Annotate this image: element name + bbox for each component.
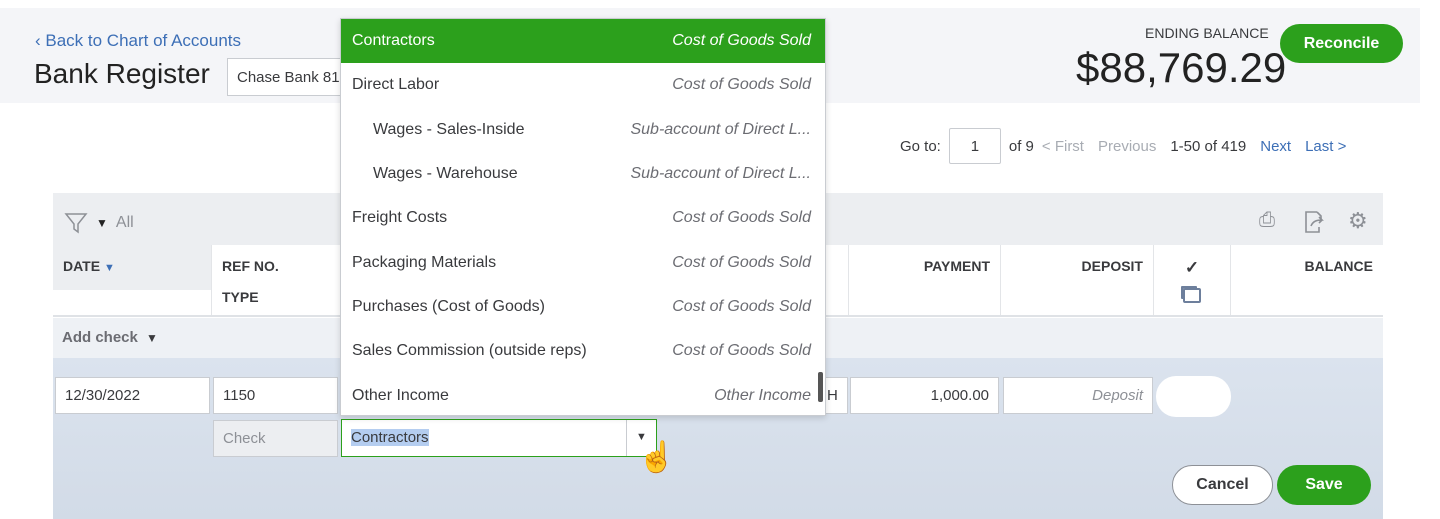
- option-type: Other Income: [714, 386, 811, 404]
- option-name: Sales Commission (outside reps): [352, 342, 587, 360]
- option-name: Purchases (Cost of Goods): [352, 297, 545, 315]
- caret-down-icon: ▼: [146, 331, 158, 345]
- dropdown-option[interactable]: Freight Costs Cost of Goods Sold: [341, 196, 825, 240]
- account-dropdown-list: Contractors Cost of Goods Sold Direct Labo…: [340, 18, 826, 416]
- pagination: Go to: 1 of 9 < First Previous 1-50 of 4…: [900, 128, 1346, 164]
- ref-header: REF NO.: [222, 258, 279, 274]
- page-title: Bank Register: [34, 58, 210, 89]
- dropdown-option[interactable]: Other Income Other Income: [341, 373, 825, 417]
- dropdown-option[interactable]: Direct Labor Cost of Goods Sold: [341, 63, 825, 107]
- deposit-input[interactable]: Deposit: [1003, 377, 1153, 414]
- goto-page-input[interactable]: 1: [948, 128, 1001, 164]
- account-combobox-value: Contractors: [351, 429, 429, 446]
- column-balance: BALANCE: [1230, 245, 1383, 315]
- back-link-label: Back to Chart of Accounts: [45, 31, 241, 50]
- date-input[interactable]: 12/30/2022: [55, 377, 210, 414]
- print-icon[interactable]: ⎙: [1259, 209, 1275, 232]
- option-type: Sub-account of Direct L...: [630, 120, 811, 138]
- option-type: Sub-account of Direct L...: [630, 165, 811, 183]
- account-select[interactable]: Chase Bank 81: [227, 58, 357, 96]
- goto-label: Go to:: [900, 137, 941, 155]
- filter-icon: [64, 213, 88, 234]
- option-name: Contractors: [352, 32, 435, 50]
- ending-balance-amount: $88,769.29: [1076, 44, 1287, 91]
- hand-cursor-icon: ☝: [638, 441, 676, 474]
- ending-balance-label: ENDING BALANCE: [1145, 25, 1269, 41]
- option-name: Packaging Materials: [352, 253, 497, 271]
- copy-icon: [1183, 288, 1201, 303]
- option-type: Cost of Goods Sold: [672, 297, 811, 315]
- option-name: Wages - Sales-Inside: [373, 120, 525, 138]
- dropdown-option[interactable]: Wages - Warehouse Sub-account of Direct L…: [341, 152, 825, 196]
- option-type: Cost of Goods Sold: [672, 32, 811, 50]
- add-check-label: Add check: [62, 329, 138, 346]
- previous-page-link[interactable]: Previous: [1098, 138, 1156, 155]
- option-name: Other Income: [352, 386, 449, 404]
- check-icon: ✓: [1184, 258, 1200, 277]
- dropdown-option[interactable]: Purchases (Cost of Goods) Cost of Goods S…: [341, 285, 825, 329]
- option-name: Freight Costs: [352, 209, 448, 227]
- chevron-left-icon: ‹: [35, 31, 46, 50]
- dropdown-option[interactable]: Sales Commission (outside reps) Cost of G…: [341, 329, 825, 373]
- option-type: Cost of Goods Sold: [672, 342, 811, 360]
- dropdown-scrollbar[interactable]: [818, 372, 823, 402]
- column-ref-type: REF NO. TYPE: [211, 245, 341, 315]
- page-count: of 9: [1008, 137, 1034, 155]
- last-page-link[interactable]: Last >: [1305, 138, 1346, 155]
- caret-down-icon: ▼: [96, 216, 108, 230]
- export-icon[interactable]: [1303, 210, 1325, 239]
- dropdown-option[interactable]: Contractors Cost of Goods Sold: [341, 19, 825, 64]
- column-cleared: ✓: [1153, 245, 1230, 315]
- option-type: Cost of Goods Sold: [672, 253, 811, 271]
- next-page-link[interactable]: Next: [1260, 138, 1291, 155]
- filter-value: All: [115, 214, 134, 231]
- date-header: DATE: [63, 258, 101, 274]
- settings-gear-icon[interactable]: ⚙: [1348, 208, 1368, 234]
- cancel-button[interactable]: Cancel: [1172, 465, 1273, 505]
- dropdown-option[interactable]: Packaging Materials Cost of Goods Sold: [341, 240, 825, 284]
- save-button[interactable]: Save: [1277, 465, 1371, 505]
- option-type: Cost of Goods Sold: [672, 76, 811, 94]
- ref-no-input[interactable]: 1150: [213, 377, 338, 414]
- sort-caret-icon: ▼: [103, 262, 115, 274]
- back-link[interactable]: ‹ Back to Chart of Accounts: [35, 31, 241, 51]
- reconcile-button[interactable]: Reconcile: [1280, 24, 1403, 63]
- account-combobox[interactable]: Contractors ▼: [341, 419, 657, 457]
- record-range: 1-50 of 419: [1170, 137, 1247, 155]
- option-name: Wages - Warehouse: [373, 165, 518, 183]
- column-payment: PAYMENT: [848, 245, 1000, 315]
- option-type: Cost of Goods Sold: [672, 209, 811, 227]
- type-header: TYPE: [222, 289, 259, 305]
- cleared-toggle[interactable]: [1156, 376, 1231, 417]
- type-field: Check: [213, 420, 338, 457]
- option-name: Direct Labor: [352, 76, 440, 94]
- first-page-link[interactable]: < First: [1042, 138, 1084, 155]
- payment-input[interactable]: 1,000.00: [850, 377, 999, 414]
- column-deposit: DEPOSIT: [1000, 245, 1153, 315]
- filter-button[interactable]: ▼ All: [64, 211, 134, 235]
- dropdown-option[interactable]: Wages - Sales-Inside Sub-account of Direc…: [341, 108, 825, 152]
- column-date[interactable]: DATE ▼: [53, 245, 211, 315]
